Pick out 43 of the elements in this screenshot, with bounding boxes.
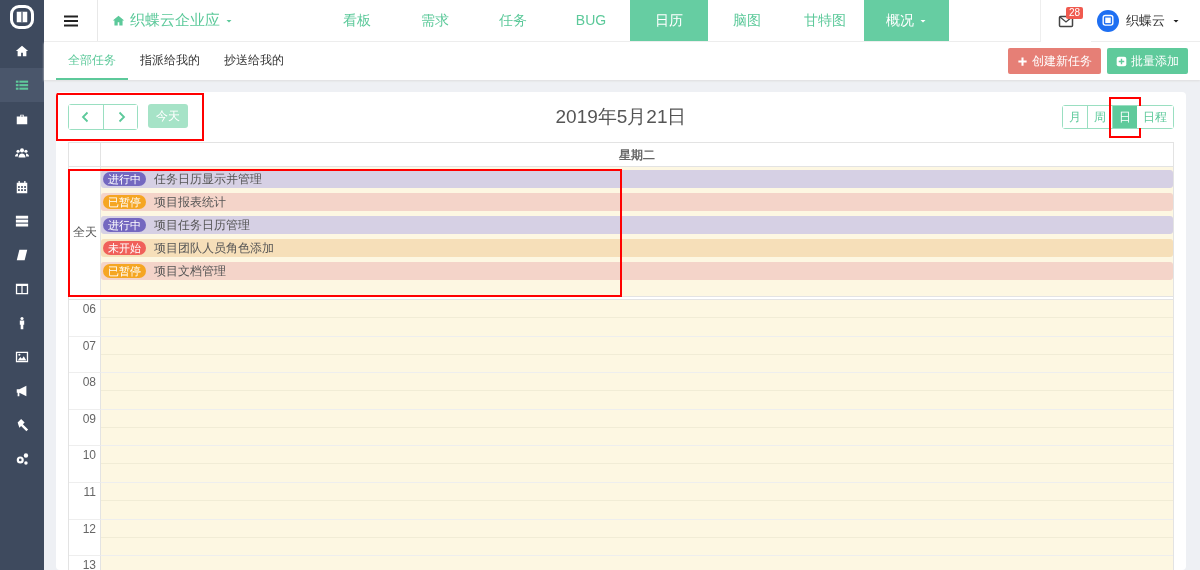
briefcase-icon	[15, 112, 29, 126]
view-button[interactable]: 日	[1112, 106, 1137, 128]
server-icon	[15, 214, 29, 228]
status-badge: 未开始	[103, 241, 146, 255]
users-icon	[15, 146, 29, 160]
plus-icon	[1017, 55, 1028, 67]
sub-tab[interactable]: 抄送给我的	[212, 42, 296, 80]
batch-add-button[interactable]: 批量添加	[1107, 48, 1188, 74]
view-button[interactable]: 日程	[1137, 106, 1173, 128]
status-badge: 进行中	[103, 218, 146, 232]
sub-tab[interactable]: 全部任务	[56, 42, 128, 80]
count-badge: 28	[1066, 6, 1084, 19]
calendar-title: 2019年5月21日	[555, 104, 687, 129]
logo-icon	[10, 5, 34, 29]
calendar-icon	[15, 180, 29, 194]
event-title: 项目任务日历管理	[154, 217, 250, 234]
create-task-button[interactable]: 创建新任务	[1008, 48, 1101, 74]
event-title: 项目报表统计	[154, 194, 226, 211]
home-icon	[112, 14, 125, 27]
hammer-icon	[15, 418, 29, 432]
event-bar[interactable]: 未开始 项目团队人员角色添加	[101, 239, 1173, 257]
event-title: 项目团队人员角色添加	[154, 240, 274, 257]
nav-tab[interactable]: 日历	[630, 0, 708, 41]
status-badge: 已暂停	[103, 195, 146, 209]
avatar-icon	[1097, 9, 1119, 32]
status-badge: 已暂停	[103, 264, 146, 278]
list-icon	[15, 78, 29, 92]
today-button[interactable]: 今天	[148, 104, 188, 128]
event-bar[interactable]: 已暂停 项目文档管理	[101, 262, 1173, 280]
status-badge: 进行中	[103, 172, 146, 186]
nav-tab[interactable]: 概况	[864, 0, 949, 41]
event-bar[interactable]: 进行中 项目任务日历管理	[101, 216, 1173, 234]
megaphone-icon	[15, 384, 29, 398]
plus-square-icon	[1116, 55, 1127, 67]
event-bar[interactable]: 进行中 任务日历显示并管理	[101, 170, 1173, 188]
event-bar[interactable]: 已暂停 项目报表统计	[101, 193, 1173, 211]
image-icon	[15, 350, 29, 364]
event-title: 项目文档管理	[154, 263, 226, 280]
columns-icon	[15, 282, 29, 296]
event-title: 任务日历显示并管理	[154, 171, 262, 188]
sub-tab[interactable]: 指派给我的	[128, 42, 212, 80]
day-header: 星期二	[618, 147, 656, 164]
home-icon	[15, 44, 29, 58]
